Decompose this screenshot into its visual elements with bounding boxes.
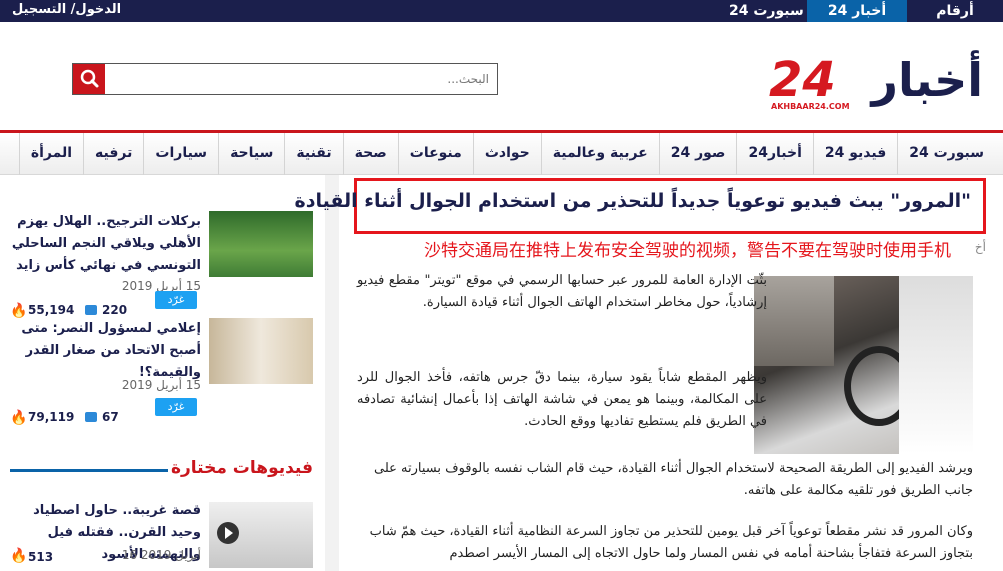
nav-item-entertainment[interactable]: ترفيه bbox=[83, 133, 143, 175]
section-bar bbox=[10, 469, 168, 472]
views-count: 79,119 bbox=[28, 410, 75, 424]
comment-icon bbox=[85, 305, 97, 315]
sidebar-news-item[interactable]: بركلات الترجيح.. الهلال يهزم الأهلي ويلا… bbox=[10, 211, 313, 319]
main-nav: سبورت 24 فيديو 24 أخبار24 صور 24 عربية و… bbox=[0, 133, 1003, 175]
site-logo[interactable]: أخبار 24 AKHBAAR24.COM bbox=[769, 54, 983, 114]
top-bar: الدخول/ التسجيل أرقام أخبار 24 سبورت 24 bbox=[0, 0, 1003, 22]
search-button[interactable] bbox=[73, 64, 105, 94]
comments-count: 67 bbox=[102, 410, 119, 424]
article-paragraph: ويظهر المقطع شاباً يقود سيارة، بينما دقّ… bbox=[357, 370, 767, 429]
nav-item-arab-world[interactable]: عربية وعالمية bbox=[540, 133, 659, 175]
nav-item-sport24[interactable]: سبورت 24 bbox=[897, 133, 995, 175]
nav-item-accidents[interactable]: حوادث bbox=[472, 133, 541, 175]
article-paragraph: ويرشد الفيديو إلى الطريقة الصحيحة لاستخد… bbox=[373, 461, 973, 498]
comments-count: 220 bbox=[102, 303, 128, 317]
play-icon[interactable] bbox=[217, 522, 239, 544]
news-date: 15 أبريل 2019 bbox=[121, 378, 201, 392]
translation-annotation: 沙特交通局在推特上发布安全驾驶的视频，警告不要在驾驶时使用手机 bbox=[424, 241, 951, 261]
nav-item-cars[interactable]: سيارات bbox=[143, 133, 218, 175]
featured-videos-header: فيديوهات مختارة bbox=[10, 458, 313, 482]
views-count: 55,194 bbox=[28, 303, 75, 317]
news-stats: 🔥 79,119 67 bbox=[10, 410, 210, 428]
nav-item-health[interactable]: صحة bbox=[342, 133, 398, 175]
article-meta: أخ bbox=[974, 240, 986, 254]
logo-number: 24 bbox=[769, 52, 836, 108]
fire-icon: 🔥 bbox=[10, 548, 28, 564]
news-title[interactable]: إعلامي لمسؤول النصر: متى أصبح الاتحاد من… bbox=[11, 318, 201, 384]
article-title-highlight: "المرور" يبث فيديو توعوياً جديداً للتحذي… bbox=[295, 178, 986, 234]
article-paragraph: بثّت الإدارة العامة للمرور عبر حسابها ال… bbox=[357, 273, 767, 310]
comment-icon bbox=[85, 412, 97, 422]
featured-video-item[interactable]: قصة غريبة.. حاول اصطياد وحيد القرن.. فقت… bbox=[10, 500, 313, 571]
site-tabs: أرقام أخبار 24 سبورت 24 bbox=[711, 0, 1003, 22]
section-title[interactable]: فيديوهات مختارة bbox=[171, 458, 313, 478]
logo-arabic: أخبار bbox=[871, 53, 983, 107]
column-divider bbox=[325, 175, 339, 571]
article-image bbox=[754, 276, 973, 454]
fire-icon: 🔥 bbox=[10, 410, 28, 426]
news-thumbnail[interactable] bbox=[209, 211, 313, 277]
tab-arqam[interactable]: أرقام bbox=[907, 0, 1003, 22]
views-count: 513 bbox=[28, 550, 54, 564]
logo-domain: AKHBAAR24.COM bbox=[771, 102, 850, 111]
sidebar: بركلات الترجيح.. الهلال يهزم الأهلي ويلا… bbox=[0, 175, 325, 571]
search-icon bbox=[80, 69, 99, 88]
nav-item-video24[interactable]: فيديو 24 bbox=[812, 133, 897, 175]
video-thumbnail[interactable] bbox=[209, 502, 313, 568]
nav-item-photos24[interactable]: صور 24 bbox=[658, 133, 737, 175]
fire-icon: 🔥 bbox=[10, 303, 28, 319]
article-title: "المرور" يبث فيديو توعوياً جديداً للتحذي… bbox=[294, 190, 972, 212]
search-input[interactable] bbox=[105, 64, 497, 94]
driver-headscarf bbox=[899, 276, 973, 454]
news-thumbnail[interactable] bbox=[209, 318, 313, 384]
video-date: 16 أبريل 2019 bbox=[121, 548, 201, 562]
site-header: أخبار 24 AKHBAAR24.COM bbox=[0, 22, 1003, 132]
nav-item-women[interactable]: المرأة bbox=[18, 133, 83, 175]
nav-item-tech[interactable]: تقنية bbox=[284, 133, 342, 175]
sidebar-news-item[interactable]: إعلامي لمسؤول النصر: متى أصبح الاتحاد من… bbox=[10, 318, 313, 426]
article-paragraph: وكان المرور قد نشر مقطعاً توعوياً آخر قب… bbox=[369, 524, 973, 561]
nav-item-misc[interactable]: منوعات bbox=[397, 133, 473, 175]
nav-item-akhbaar24[interactable]: أخبار24 bbox=[736, 133, 812, 175]
search-box bbox=[72, 63, 498, 95]
login-register-link[interactable]: الدخول/ التسجيل bbox=[12, 2, 121, 17]
tab-akhbaar24[interactable]: أخبار 24 bbox=[807, 0, 907, 22]
nav-item-tourism[interactable]: سياحة bbox=[218, 133, 284, 175]
main-content: بركلات الترجيح.. الهلال يهزم الأهلي ويلا… bbox=[0, 175, 1003, 571]
tab-sport24[interactable]: سبورت 24 bbox=[711, 0, 807, 22]
news-title[interactable]: بركلات الترجيح.. الهلال يهزم الأهلي ويلا… bbox=[11, 211, 201, 277]
